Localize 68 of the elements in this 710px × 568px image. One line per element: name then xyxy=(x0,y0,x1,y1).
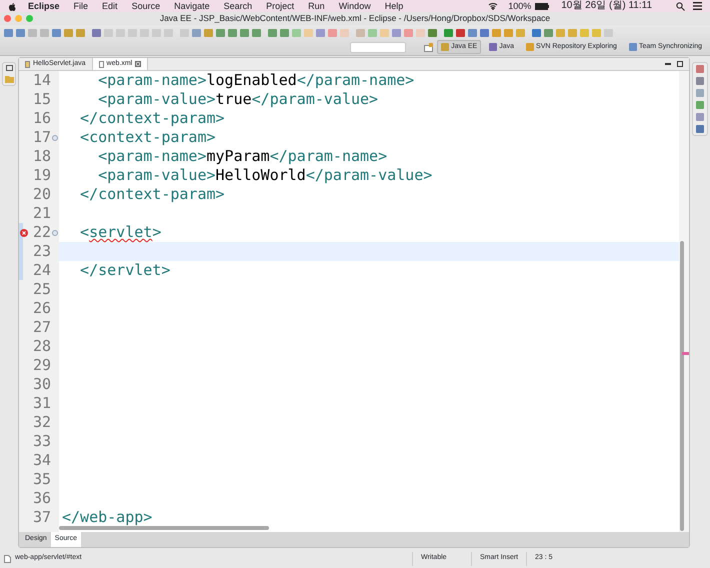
code-line: </context-param> xyxy=(79,109,225,127)
search-icon[interactable] xyxy=(676,2,685,10)
close-icon[interactable] xyxy=(135,61,142,67)
menu-item[interactable]: Project xyxy=(266,0,294,12)
line-number: 14 xyxy=(32,71,51,90)
line-number: 19 xyxy=(32,166,51,185)
zoom-button[interactable] xyxy=(26,15,33,22)
menu-item[interactable]: File xyxy=(74,0,88,12)
apple-icon[interactable] xyxy=(8,2,16,10)
line-number: 26 xyxy=(32,299,51,318)
fold-icon[interactable] xyxy=(52,134,58,140)
code-line: <param-name>myParam</param-name> xyxy=(97,147,388,165)
line-number: 30 xyxy=(32,375,51,394)
file-icon xyxy=(4,554,11,562)
line-number: 23 xyxy=(32,242,51,261)
wifi-icon[interactable] xyxy=(488,2,498,10)
maximize-icon[interactable] xyxy=(677,61,683,67)
line-number: 36 xyxy=(32,489,51,508)
error-marker xyxy=(682,352,689,355)
line-number: 35 xyxy=(32,470,51,489)
app-menu[interactable]: Eclipse xyxy=(28,0,60,12)
line-number: 20 xyxy=(32,185,51,204)
list-icon[interactable] xyxy=(693,2,702,10)
menu-item[interactable]: Navigate xyxy=(174,0,210,12)
folder-icon[interactable] xyxy=(4,75,14,83)
line-number: 25 xyxy=(32,280,51,299)
menu-item[interactable]: Edit xyxy=(102,0,118,12)
code-line: </context-param> xyxy=(79,185,225,203)
line-number: 27 xyxy=(32,318,51,337)
line-number: 15 xyxy=(32,90,51,109)
line-number: 33 xyxy=(32,432,51,451)
fold-icon[interactable] xyxy=(52,230,58,236)
close-button[interactable] xyxy=(4,15,11,22)
menu-item[interactable]: Window xyxy=(338,0,371,12)
line-number: 18 xyxy=(32,147,51,166)
code-line: <param-value>HelloWorld</param-value> xyxy=(97,166,432,184)
line-number: 24 xyxy=(32,261,51,280)
minimize-button[interactable] xyxy=(15,15,22,22)
menu-item[interactable]: Help xyxy=(384,0,404,12)
line-number: 17 xyxy=(32,128,51,147)
open-perspective-icon[interactable] xyxy=(424,42,434,52)
menu-item[interactable]: Source xyxy=(132,0,160,12)
line-number: 37 xyxy=(32,508,51,527)
minimize-icon[interactable] xyxy=(665,62,671,66)
horizontal-scrollbar[interactable] xyxy=(59,526,269,530)
battery-icon xyxy=(535,2,550,10)
line-number: 32 xyxy=(32,413,51,432)
code-line: <context-param> xyxy=(79,128,216,146)
line-number: 21 xyxy=(32,204,51,223)
line-number: 31 xyxy=(32,394,51,413)
menu-item[interactable]: Search xyxy=(224,0,252,12)
code-line: </servlet> xyxy=(79,261,170,279)
code-line: </web-app> xyxy=(62,508,152,526)
line-number: 29 xyxy=(32,356,51,375)
vertical-scrollbar[interactable] xyxy=(680,241,684,531)
code-line: <param-name>logEnabled</param-name> xyxy=(97,71,414,89)
search-field[interactable] xyxy=(350,42,406,52)
window-title: Java EE - JSP_Basic/WebContent/WEB-INF/web.xml - Eclipse - /Users/Hong/Dropbox/SDS/Workspace xyxy=(160,13,550,23)
menu-clock[interactable]: 10월 26일 (월) 11:11 xyxy=(561,0,652,12)
battery-percent: 100% xyxy=(508,0,532,12)
restore-icon[interactable] xyxy=(6,65,12,71)
line-number: 34 xyxy=(32,451,51,470)
menu-item[interactable]: Run xyxy=(308,0,325,12)
code-line: <servlet> xyxy=(79,223,162,241)
code-line: <param-value>true</param-value> xyxy=(97,90,378,108)
line-number: 28 xyxy=(32,337,51,356)
line-number: 16 xyxy=(32,109,51,128)
line-number: 22 xyxy=(32,223,51,242)
